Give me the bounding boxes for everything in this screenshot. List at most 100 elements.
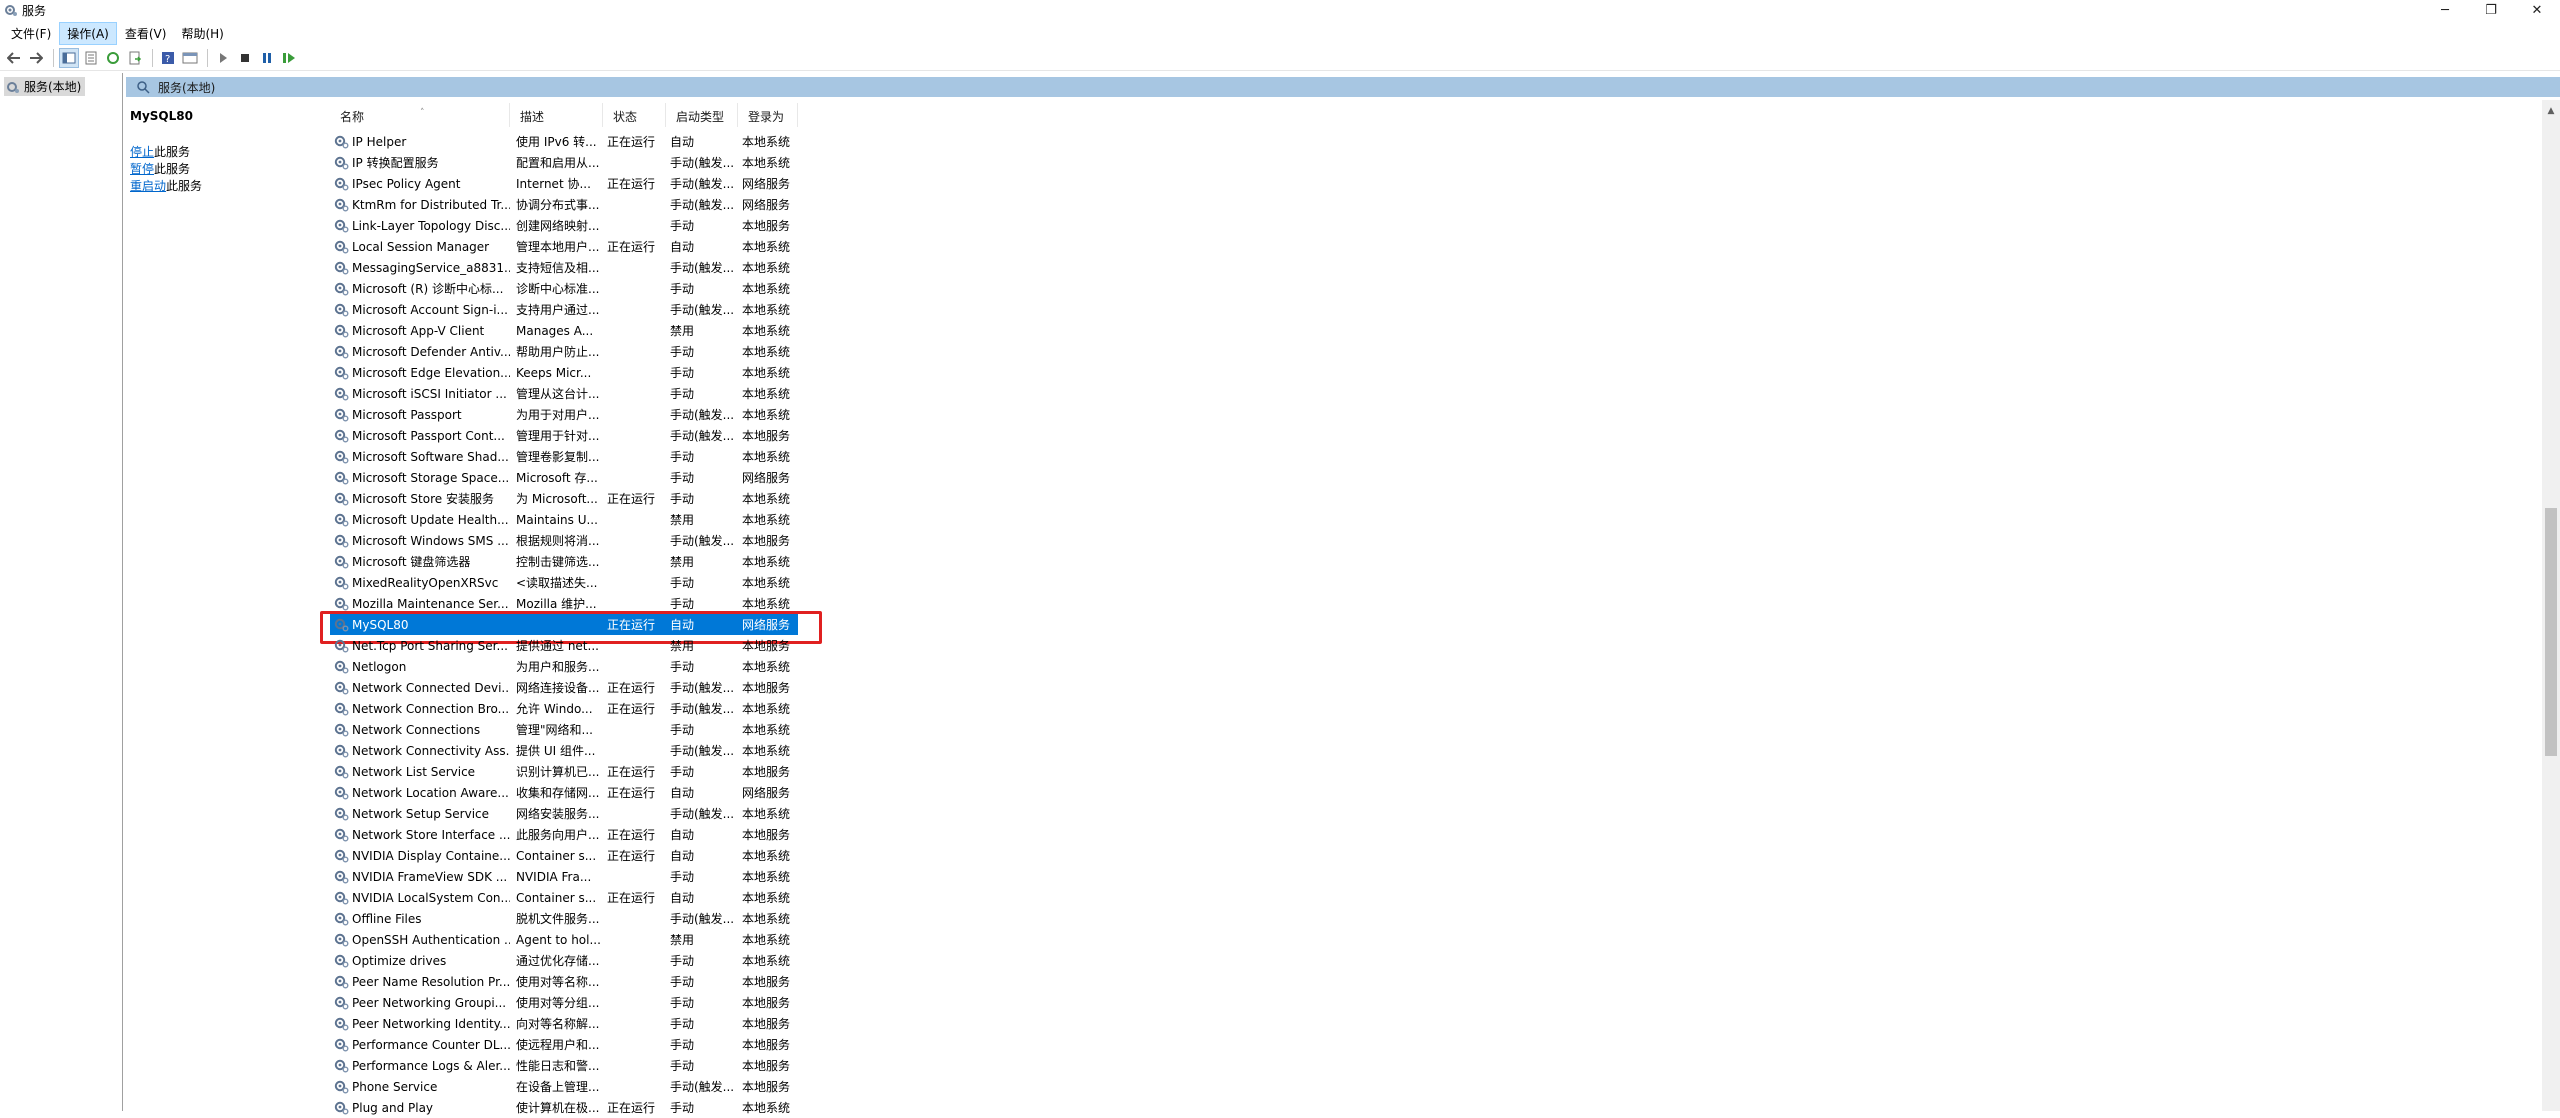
forward-icon[interactable]	[26, 48, 46, 68]
table-row[interactable]: KtmRm for Distributed Tr... 协调分布式事... 手动(触…	[330, 194, 798, 215]
table-row[interactable]: Microsoft Passport 为用于对用户... 手动(触发... 本地系统	[330, 404, 798, 425]
pane-header-label: 服务(本地)	[158, 80, 216, 95]
menu-view[interactable]: 查看(V)	[118, 23, 174, 44]
table-row[interactable]: Network Connected Devi... 网络连接设备... 正在运行 手动…	[330, 677, 798, 698]
close-button[interactable]: ✕	[2514, 0, 2560, 20]
column-header-name[interactable]: ˄ 名称	[330, 103, 510, 127]
table-row[interactable]: Plug and Play 使计算机在极... 正在运行 手动 本地系统	[330, 1097, 798, 1118]
table-row[interactable]: Network Store Interface ... 此服务向用户... 正在运行…	[330, 824, 798, 845]
pause-service-link[interactable]: 暂停	[130, 162, 154, 176]
service-name-text: Peer Networking Identity...	[352, 1016, 510, 1031]
restart-link-suffix: 此服务	[166, 179, 203, 193]
table-row[interactable]: Network Location Aware... 收集和存储网... 正在运行 自动…	[330, 782, 798, 803]
column-header-startup-type[interactable]: 启动类型	[666, 103, 738, 127]
table-row[interactable]: Microsoft Defender Antiv... 帮助用户防止... 手动 本地…	[330, 341, 798, 362]
services-gear-icon	[4, 3, 18, 17]
scrollbar-thumb[interactable]	[2545, 508, 2557, 756]
table-row[interactable]: MySQL80 正在运行 自动 网络服务	[320, 611, 822, 644]
table-row[interactable]: IP 转换配置服务 配置和启用从... 手动(触发... 本地系统	[330, 152, 798, 173]
show-hide-tree-icon[interactable]	[59, 48, 79, 68]
stop-service-icon[interactable]	[235, 48, 255, 68]
service-status-cell: 正在运行	[607, 765, 656, 779]
services-pane: 服务(本地) MySQL80 停止此服务 暂停此服务 重启动此服务 ˄ 名称 描述…	[126, 73, 2560, 1115]
service-logon-cell: 本地系统	[742, 387, 791, 401]
table-row[interactable]: Microsoft 键盘筛选器 控制击键筛选... 禁用 本地系统	[330, 551, 798, 572]
table-row[interactable]: Microsoft Update Health... Maintains U...…	[330, 509, 798, 530]
service-name-text: Microsoft Storage Space...	[352, 470, 510, 485]
restart-service-link[interactable]: 重启动	[130, 179, 166, 193]
service-name-text: Microsoft iSCSI Initiator ...	[352, 386, 507, 401]
table-row[interactable]: Microsoft iSCSI Initiator ... 管理从这台计... 手动…	[330, 383, 798, 404]
service-description-cell: 管理"网络和...	[516, 723, 593, 737]
menu-file[interactable]: 文件(F)	[4, 23, 58, 44]
column-header-logon-as[interactable]: 登录为	[738, 103, 798, 127]
service-status-cell: 正在运行	[607, 849, 656, 863]
table-row[interactable]: Net.Tcp Port Sharing Ser... 提供通过 net... 禁用…	[330, 635, 798, 656]
service-gear-icon	[334, 659, 349, 674]
table-row[interactable]: Performance Logs & Aler... 性能日志和警... 手动 本地服…	[330, 1055, 798, 1076]
table-row[interactable]: Microsoft Account Sign-i... 支持用户通过... 手动(触…	[330, 299, 798, 320]
table-row[interactable]: Peer Name Resolution Pr... 使用对等名称... 手动 本地服…	[330, 971, 798, 992]
stop-service-link[interactable]: 停止	[130, 145, 154, 159]
service-name-cell: NVIDIA LocalSystem Con...	[330, 890, 510, 905]
table-row[interactable]: Microsoft (R) 诊断中心标... 诊断中心标准... 手动 本地系统	[330, 278, 798, 299]
table-row[interactable]: Performance Counter DL... 使远程用户和... 手动 本地服务	[330, 1034, 798, 1055]
table-row[interactable]: MessagingService_a8831... 支持短信及相... 手动(触发.…	[330, 257, 798, 278]
refresh-icon[interactable]	[103, 48, 123, 68]
table-row[interactable]: Netlogon 为用户和服务... 手动 本地系统	[330, 656, 798, 677]
table-row[interactable]: Phone Service 在设备上管理... 手动(触发... 本地服务	[330, 1076, 798, 1097]
table-row[interactable]: NVIDIA LocalSystem Con... Container s... 正…	[330, 887, 798, 908]
table-row[interactable]: Link-Layer Topology Disc... 创建网络映射... 手动 本地…	[330, 215, 798, 236]
table-row[interactable]: Offline Files 脱机文件服务... 手动(触发... 本地系统	[330, 908, 798, 929]
service-status-cell: 正在运行	[607, 135, 656, 149]
menu-action[interactable]: 操作(A)	[59, 21, 117, 45]
service-gear-icon	[334, 1100, 349, 1115]
vertical-scrollbar[interactable]: ▲	[2542, 100, 2560, 1111]
service-description-cell: 为用户和服务...	[516, 660, 600, 674]
table-row[interactable]: Microsoft App-V Client Manages A... 禁用 本地系统	[330, 320, 798, 341]
table-row[interactable]: Optimize drives 通过优化存储... 手动 本地系统	[330, 950, 798, 971]
service-gear-icon	[334, 554, 349, 569]
column-header-description[interactable]: 描述	[510, 103, 603, 127]
table-row[interactable]: Microsoft Store 安装服务 为 Microsoft... 正在运行 手动…	[330, 488, 798, 509]
menu-help[interactable]: 帮助(H)	[174, 23, 230, 44]
restart-service-icon[interactable]	[279, 48, 299, 68]
table-row[interactable]: MixedRealityOpenXRSvc <读取描述失... 手动 本地系统	[330, 572, 798, 593]
table-row[interactable]: Network Connection Bro... 允许 Windo... 正在运行…	[330, 698, 798, 719]
table-row[interactable]: Microsoft Edge Elevation... Keeps Micr...…	[330, 362, 798, 383]
table-row[interactable]: Microsoft Software Shad... 管理卷影复制... 手动 本地系…	[330, 446, 798, 467]
table-row[interactable]: Network Connectivity Ass... 提供 UI 组件... 手动…	[330, 740, 798, 761]
selected-service-name: MySQL80	[130, 109, 193, 123]
table-row[interactable]: NVIDIA FrameView SDK ... NVIDIA Fra... 手动 本…	[330, 866, 798, 887]
table-row[interactable]: Network Connections 管理"网络和... 手动 本地系统	[330, 719, 798, 740]
table-row[interactable]: Local Session Manager 管理本地用户... 正在运行 自动 本地系统	[330, 236, 798, 257]
table-row[interactable]: Mozilla Maintenance Ser... Mozilla 维护... 手…	[330, 593, 798, 614]
pause-service-icon[interactable]	[257, 48, 277, 68]
service-description-cell: 根据规则将消...	[516, 534, 600, 548]
scroll-up-icon[interactable]: ▲	[2542, 106, 2560, 116]
table-row[interactable]: Peer Networking Groupi... 使用对等分组... 手动 本地服务	[330, 992, 798, 1013]
service-name-text: Microsoft App-V Client	[352, 323, 485, 338]
start-service-icon[interactable]	[213, 48, 233, 68]
column-header-status[interactable]: 状态	[603, 103, 666, 127]
back-icon[interactable]	[4, 48, 24, 68]
table-row[interactable]: IP Helper 使用 IPv6 转... 正在运行 自动 本地系统	[330, 131, 798, 152]
table-row[interactable]: Microsoft Windows SMS ... 根据规则将消... 手动(触发.…	[330, 530, 798, 551]
service-logon-cell: 本地系统	[742, 450, 791, 464]
table-row[interactable]: Peer Networking Identity... 向对等名称解... 手动 本地…	[330, 1013, 798, 1034]
export-list-icon[interactable]	[125, 48, 145, 68]
service-startup-type-cell: 手动	[670, 366, 695, 380]
tree-item-services-local[interactable]: 服务(本地)	[4, 77, 86, 96]
table-row[interactable]: Microsoft Passport Cont... 管理用于针对... 手动(触发…	[330, 425, 798, 446]
table-row[interactable]: NVIDIA Display Containe... Container s...…	[330, 845, 798, 866]
properties-list-icon[interactable]	[81, 48, 101, 68]
console-window-icon[interactable]	[180, 48, 200, 68]
minimize-button[interactable]: ─	[2422, 0, 2468, 20]
table-row[interactable]: OpenSSH Authentication ... Agent to hol..…	[330, 929, 798, 950]
restore-button[interactable]: ❐	[2468, 0, 2514, 20]
table-row[interactable]: IPsec Policy Agent Internet 协... 正在运行 手动(触发…	[330, 173, 798, 194]
help-icon[interactable]: ?	[158, 48, 178, 68]
table-row[interactable]: Microsoft Storage Space... Microsoft 存...…	[330, 467, 798, 488]
table-row[interactable]: Network Setup Service 网络安装服务... 手动(触发... 本地…	[330, 803, 798, 824]
table-row[interactable]: Network List Service 识别计算机已... 正在运行 手动 本地服务	[330, 761, 798, 782]
